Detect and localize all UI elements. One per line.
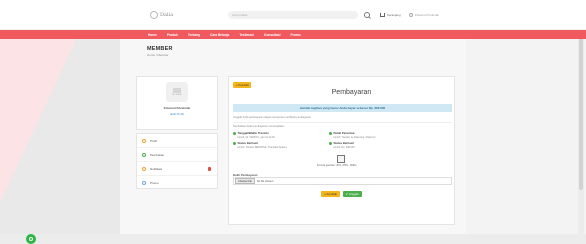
user-name: Khusnul Khotimah [414, 13, 440, 17]
instruction-item: Status Berhasil contoh: Transfer BERHASI… [233, 141, 287, 149]
upload-button[interactable]: ✔ Unggah [342, 191, 362, 197]
file-input[interactable]: Choose File No file chosen [233, 177, 452, 185]
user-menu[interactable]: Khusnul Khotimah [408, 13, 440, 17]
profile-card: NO IMAGE Khusnul Khotimah [Edit Profil] [136, 76, 218, 130]
image-placeholder-icon [173, 88, 181, 93]
main-nav: Home Produk Tentang Cara Belanja Testimo… [0, 30, 586, 39]
instruction-desc: contoh: Transfer BERHASIL, Transaksi Suk… [237, 146, 287, 149]
cart-link[interactable]: Keranjang [380, 13, 401, 17]
page-title-block: MEMBER Home / Member [147, 46, 173, 57]
footer [0, 234, 586, 244]
menu-item-label: Profil [150, 138, 157, 143]
menu-item-notifikasi[interactable]: Notifikasi [137, 162, 217, 176]
bullet-icon [329, 131, 332, 135]
user-icon [142, 138, 146, 143]
menu-item-label: Notifikasi [150, 166, 163, 171]
avatar-caption: NO IMAGE [171, 94, 182, 96]
nav-item-cara-belanja[interactable]: Cara Belanja [210, 33, 229, 37]
instruction-title: Status Berhasil [333, 141, 354, 145]
nav-item-home[interactable]: Home [148, 33, 157, 37]
nav-item-testimoni[interactable]: Testimoni [239, 33, 254, 37]
search-input[interactable]: Cari produk [228, 11, 358, 19]
amount-alert: Jumlah tagihan yang harus Anda bayar seb… [233, 104, 452, 112]
action-buttons: « Kembali ✔ Unggah [229, 191, 454, 197]
breadcrumb[interactable]: Home / Member [147, 53, 173, 57]
avatar: NO IMAGE [166, 82, 188, 102]
header: Dalia Cari produk Keranjang Khusnul Khot… [0, 0, 586, 30]
profile-name: Khusnul Khotimah [163, 106, 191, 110]
user-icon [408, 13, 413, 17]
instruction-title: Tanggal/Waktu Transfer [237, 131, 269, 135]
upload-note: Unggah bukti pembayaran dapat memproses … [233, 116, 311, 119]
divider [233, 122, 452, 123]
menu-item-profil[interactable]: Profil [137, 134, 217, 148]
whatsapp-icon [29, 237, 33, 241]
instruction-desc: contoh: tgl. 04/06/19 - jam 10:12:00 [237, 136, 275, 139]
menu-item-pembelian[interactable]: Pembelian [137, 148, 217, 162]
page-title: MEMBER [147, 46, 173, 52]
format-caption: Format gambar: JPG, PNG, JPEG [317, 164, 357, 167]
instruction-desc: contoh: Transfer ke Rekening / Dalia Inc [333, 136, 376, 139]
scrollbar-thumb[interactable] [579, 30, 583, 190]
back-button-top[interactable]: « Kembali [233, 82, 252, 88]
back-button[interactable]: « Kembali [321, 191, 340, 197]
menu-item-promo[interactable]: Promo [137, 176, 217, 190]
file-status: No file chosen [256, 179, 274, 183]
instructions-note: Tambahkan bukti pembayaran menampilkan: [233, 125, 285, 128]
whatsapp-chat-button[interactable] [26, 234, 36, 244]
payment-title: Pembayaran [331, 89, 372, 96]
notification-badge [208, 166, 211, 171]
bell-icon [142, 166, 146, 171]
edit-profile-link[interactable]: [Edit Profil] [170, 112, 184, 116]
instruction-item: Status Berhasil contoh: Rp. 396.000 [329, 141, 355, 149]
nav-item-konsultasi[interactable]: Konsultasi [264, 33, 280, 37]
bullet-icon [233, 141, 236, 145]
bullet-icon [329, 141, 332, 145]
menu-item-label: Pembelian [150, 152, 165, 157]
logo-icon [150, 11, 158, 19]
search-placeholder: Cari produk [232, 13, 248, 17]
cart-icon [380, 13, 385, 17]
logo[interactable]: Dalia [150, 11, 200, 19]
image-icon [337, 155, 345, 163]
payment-panel: « Kembali Pembayaran Jumlah tagihan yang… [228, 76, 455, 225]
search-icon[interactable] [364, 12, 370, 18]
member-menu: Profil Pembelian Notifikasi Promo [136, 133, 218, 189]
tag-icon [142, 181, 146, 185]
instruction-desc: contoh: Rp. 396.000 [333, 146, 355, 149]
menu-item-label: Promo [150, 181, 159, 185]
instruction-item: Detail Penerima contoh: Transfer ke Reke… [329, 131, 376, 139]
logo-text: Dalia [160, 12, 174, 18]
cart-label: Keranjang [387, 13, 401, 17]
choose-file-button[interactable]: Choose File [235, 178, 255, 184]
instruction-title: Status Berhasil [237, 141, 258, 145]
instruction-item: Tanggal/Waktu Transfer contoh: tgl. 04/0… [233, 131, 275, 139]
nav-item-tentang[interactable]: Tentang [188, 33, 200, 37]
instruction-title: Detail Penerima [333, 131, 355, 135]
cart-icon [142, 152, 146, 157]
nav-item-produk[interactable]: Produk [167, 33, 178, 37]
bullet-icon [233, 131, 236, 135]
nav-item-promo[interactable]: Promo [290, 33, 300, 37]
